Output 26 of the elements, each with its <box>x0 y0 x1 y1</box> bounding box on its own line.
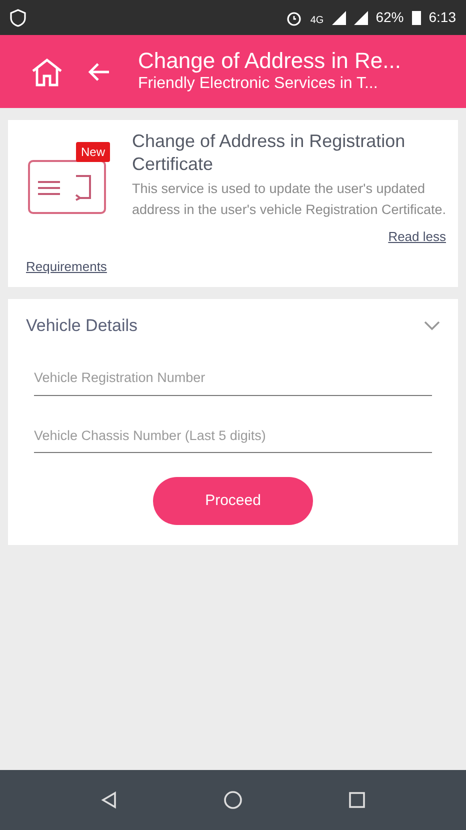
input-field[interactable]: Vehicle Chassis Number (Last 5 digits) <box>34 420 432 453</box>
home-circle-icon[interactable] <box>222 790 243 810</box>
read-less-link[interactable]: Read less <box>388 228 446 244</box>
back-arrow-icon[interactable] <box>88 62 110 82</box>
alarm-icon <box>286 10 302 26</box>
signal-icon <box>332 10 346 24</box>
battery-level: 62% <box>376 8 404 27</box>
page-subtitle: Friendly Electronic Services in T... <box>138 74 379 94</box>
clock: 6:13 <box>428 8 456 27</box>
page-title: Change of Address in Re... <box>138 48 401 74</box>
input-field[interactable]: Vehicle Registration Number <box>34 362 432 396</box>
proceed-button[interactable]: Proceed <box>153 476 313 525</box>
signal-icon <box>354 10 368 24</box>
recents-square-icon[interactable] <box>348 791 366 809</box>
service-description: This service is used to update the user's updated address in the user's vehicle Registration Certificate. <box>132 180 446 219</box>
chevron-down-icon[interactable] <box>424 320 440 331</box>
shield-icon <box>10 8 26 26</box>
service-title: Change of Address in Registration Certificate <box>132 130 406 175</box>
certificate-icon <box>28 160 106 214</box>
section-heading: Vehicle Details <box>26 314 138 337</box>
new-tag: New <box>76 142 110 162</box>
battery-icon <box>412 10 421 25</box>
requirements-link[interactable]: Requirements <box>26 256 107 276</box>
back-triangle-icon[interactable] <box>100 791 118 809</box>
home-icon[interactable] <box>30 56 64 86</box>
network-type: 4G <box>310 14 324 28</box>
